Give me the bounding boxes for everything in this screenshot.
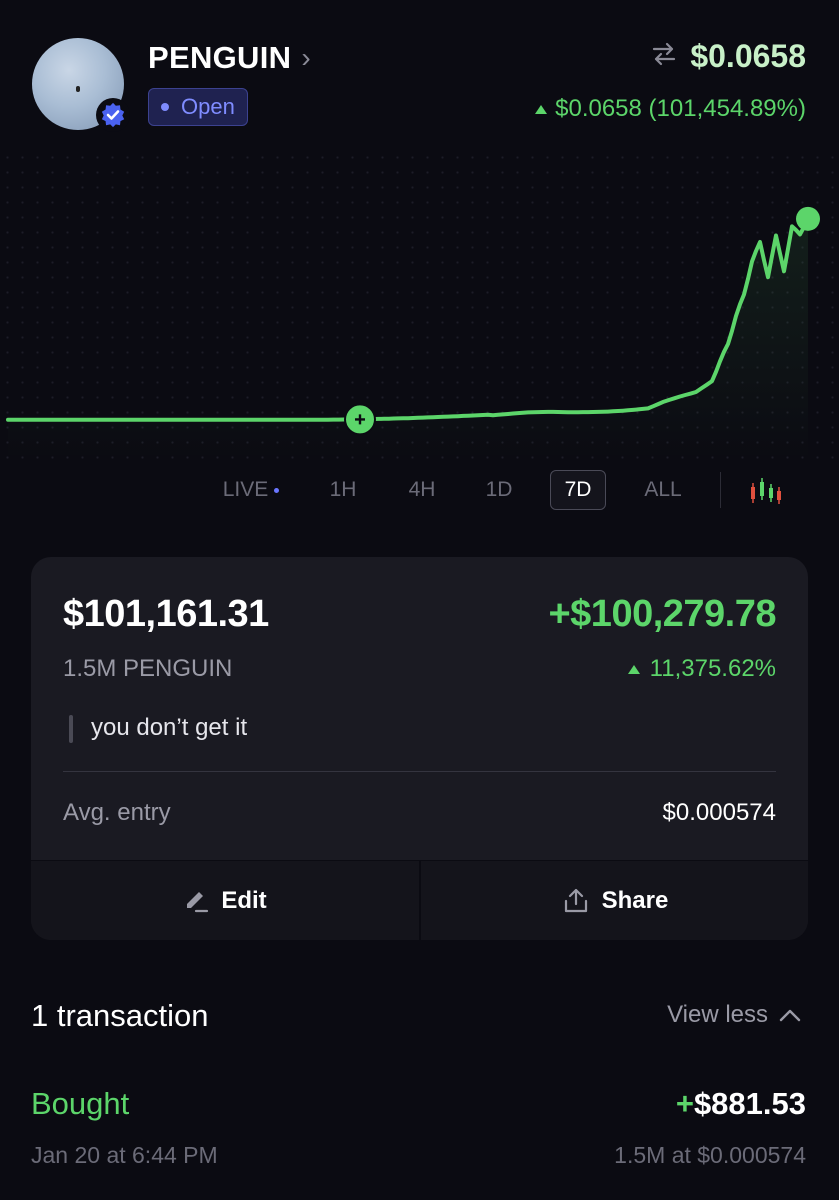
view-less-toggle[interactable]: View less	[667, 1001, 802, 1029]
price-chart-svg	[6, 206, 820, 460]
note-quote-bar	[69, 715, 73, 743]
timeframe-tabs: LIVE 1H 4H 1D 7D ALL	[195, 470, 815, 512]
chevron-right-icon: ›	[301, 42, 311, 73]
price-chart[interactable]	[0, 150, 839, 460]
position-value: $101,161.31	[63, 593, 269, 635]
pnl-percent-text: 11,375.62%	[649, 655, 776, 682]
tab-live[interactable]: LIVE	[211, 470, 291, 510]
view-less-label: View less	[667, 1001, 768, 1028]
up-triangle-icon	[627, 664, 640, 674]
transaction-date: Jan 20 at 6:44 PM	[31, 1142, 218, 1168]
token-name: PENGUIN	[148, 40, 292, 75]
avg-entry-value: $0.000574	[662, 799, 776, 826]
share-button[interactable]: Share	[421, 861, 808, 940]
status-dot-icon	[161, 103, 169, 111]
current-price-dot	[796, 206, 820, 231]
transaction-amount-sign: +	[675, 1086, 694, 1121]
position-holding: 1.5M PENGUIN	[63, 655, 233, 682]
share-icon	[564, 888, 587, 913]
edit-button[interactable]: Edit	[31, 861, 419, 940]
pencil-icon	[187, 892, 209, 913]
swap-arrows-icon[interactable]	[650, 41, 678, 73]
tab-1h[interactable]: 1H	[323, 470, 363, 510]
price-line	[6, 216, 810, 422]
up-triangle-icon	[535, 104, 548, 114]
verified-check-icon	[101, 102, 125, 128]
price-area-fill	[8, 218, 808, 460]
edit-label: Edit	[221, 887, 267, 914]
transaction-amount-value: $881.53	[693, 1086, 806, 1121]
tab-1h-label: 1H	[329, 478, 357, 501]
transaction-detail: 1.5M at $0.000574	[614, 1142, 806, 1168]
avg-entry-label: Avg. entry	[63, 799, 171, 826]
live-dot-icon	[274, 487, 280, 493]
chevron-up-icon	[779, 1009, 801, 1022]
position-pnl-percent: 11,375.62%	[627, 655, 776, 683]
current-price: $0.0658	[690, 38, 806, 74]
penguin-figure	[76, 86, 80, 92]
candlestick-chart-icon[interactable]	[748, 474, 782, 508]
transaction-type: Bought	[31, 1086, 130, 1121]
status-text: Open	[181, 94, 235, 119]
card-divider	[63, 771, 776, 772]
tab-1d-label: 1D	[485, 478, 513, 501]
transaction-amount: +$881.53	[676, 1086, 806, 1122]
tab-7d-label: 7D	[564, 478, 592, 501]
tab-all[interactable]: ALL	[635, 470, 691, 510]
tab-live-label: LIVE	[222, 478, 269, 501]
card-actions: Edit Share	[31, 860, 808, 940]
tab-4h-label: 4H	[408, 478, 436, 501]
tab-all-label: ALL	[644, 478, 682, 501]
position-note: you don’t get it	[91, 714, 248, 741]
verified-badge-icon	[96, 98, 130, 132]
tab-7d[interactable]: 7D	[550, 470, 606, 510]
price-change-text: $0.0658 (101,454.89%)	[555, 95, 806, 122]
position-card: $101,161.31 +$100,279.78 1.5M PENGUIN 11…	[31, 557, 808, 940]
price-change: $0.0658 (101,454.89%)	[535, 95, 806, 123]
share-label: Share	[601, 887, 669, 914]
position-pnl: +$100,279.78	[548, 593, 776, 635]
transactions-title: 1 transaction	[31, 998, 209, 1033]
tab-1d[interactable]: 1D	[479, 470, 519, 510]
tabs-divider	[720, 472, 721, 508]
tab-4h[interactable]: 4H	[400, 470, 444, 510]
price-display[interactable]: $0.0658	[650, 38, 806, 75]
status-badge: Open	[148, 88, 248, 126]
token-title[interactable]: PENGUIN ›	[148, 40, 311, 76]
